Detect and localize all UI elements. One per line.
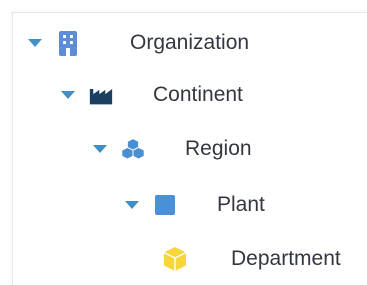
cubes-icon [121,137,145,161]
tree-node-department[interactable]: Department [135,239,341,279]
building-icon [56,31,80,56]
cube-icon [163,247,187,271]
tree-node-label: Department [231,247,341,270]
collapse-caret-icon[interactable] [93,145,107,153]
tree-node-label: Region [185,137,252,160]
tree-node-label: Continent [153,83,243,106]
collapse-caret-icon[interactable] [125,201,139,209]
tree-node-region[interactable]: Region [93,129,252,169]
tree-panel: Organization Continent Region Plant Depa… [12,12,367,285]
collapse-caret-icon[interactable] [28,39,42,47]
tree-node-organization[interactable]: Organization [28,23,249,63]
factory-icon [89,83,113,107]
tree-node-label: Plant [217,193,265,216]
tree-node-plant[interactable]: Plant [125,185,265,225]
tree-node-continent[interactable]: Continent [61,75,243,115]
square-icon [153,193,177,217]
collapse-caret-icon[interactable] [61,91,75,99]
tree-node-label: Organization [130,31,250,54]
